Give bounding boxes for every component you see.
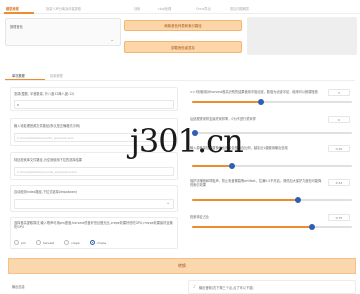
index-select-label: 自动检测index路径,下拉式选择(dropdown) bbox=[14, 190, 78, 194]
radio-harvest[interactable]: harvest bbox=[35, 240, 54, 245]
active-tab-indicator bbox=[4, 12, 34, 14]
index-rate-label: 检索特征占比 bbox=[190, 215, 210, 219]
index-rate-panel: 检索特征占比 0.75 bbox=[188, 211, 356, 235]
filter-radius-label: >=3则使用对harvest音高识别的结果使用中值滤波，数值为滤波半径，使用可以… bbox=[190, 90, 318, 94]
radio-rmvpe[interactable]: rmvpe bbox=[89, 240, 106, 245]
tab-batch-inference[interactable]: 批量推理 bbox=[50, 73, 63, 78]
gray-placeholder-panel bbox=[247, 17, 357, 55]
radio-dot bbox=[14, 240, 19, 245]
filter-radius-number[interactable]: 3 bbox=[328, 89, 350, 96]
protect-label: 保护清辅音和呼吸声，防止电音撕裂等artifact，拉满0.5不开启，调低加大保… bbox=[190, 179, 322, 188]
f0-method-radio-group: pm harvest crepe rmvpe bbox=[14, 240, 106, 245]
filter-radius-slider[interactable] bbox=[192, 99, 352, 105]
tab-inference[interactable]: 模型推理 bbox=[6, 6, 19, 11]
radio-dot-selected bbox=[89, 240, 95, 245]
slider-thumb[interactable] bbox=[229, 163, 235, 169]
output-info-label: 输出信息 bbox=[12, 285, 25, 289]
filter-radius-panel: >=3则使用对harvest音高识别的结果使用中值滤波，数值为滤波半径，使用可以… bbox=[188, 87, 356, 107]
unload-voice-button[interactable]: 卸载音色省显存 bbox=[124, 41, 242, 53]
protect-panel: 保护清辅音和呼吸声，防止电音撕裂等artifact，拉满0.5不开启，调低加大保… bbox=[188, 175, 356, 207]
slider-fill bbox=[192, 165, 232, 167]
radio-dot bbox=[64, 240, 70, 245]
chevron-down-icon: ⌄ bbox=[166, 200, 171, 206]
watermark: j301.cn bbox=[130, 122, 244, 160]
index-select-panel: 自动检测index路径,下拉式选择(dropdown) ⌄ bbox=[10, 185, 178, 212]
index-select-dropdown[interactable] bbox=[14, 199, 174, 209]
subtab-divider bbox=[5, 80, 355, 81]
f0-method-label: 选择音高提取算法,输入歌声可用pm提速,harvest低音好但巨慢无比,crep… bbox=[14, 221, 173, 230]
input-path-label: 输入待处理音频文件路径(默认是正确格式示例) bbox=[14, 124, 81, 128]
index-rate-slider[interactable] bbox=[192, 224, 352, 230]
tab-faq[interactable]: 常见问题解答 bbox=[230, 6, 249, 11]
speaker-label: 推理音色 bbox=[10, 25, 23, 29]
slider-fill bbox=[192, 101, 261, 103]
slider-thumb[interactable] bbox=[257, 99, 264, 105]
rms-mix-number[interactable]: 0.25 bbox=[328, 145, 350, 152]
convert-button[interactable]: 转换 bbox=[8, 258, 356, 274]
refresh-voice-button[interactable]: 刷新音色列表和索引路径 bbox=[124, 20, 242, 31]
slider-fill bbox=[192, 226, 312, 228]
radio-crepe[interactable]: crepe bbox=[64, 240, 80, 245]
transpose-input[interactable]: 0 bbox=[14, 100, 174, 109]
top-nav: 模型推理 批量人声分离及伴奏提取 训练 ckpt处理 Onnx导出 常见问题解答 bbox=[0, 0, 360, 14]
tab-onnx[interactable]: Onnx导出 bbox=[196, 6, 211, 11]
resample-label: 后处理重采样至最终采样率，0为不进行重采样 bbox=[190, 117, 256, 121]
index-path-label: 特征检索库文件路径,为空则使用下拉的选择结果 bbox=[14, 158, 82, 162]
slider-fill bbox=[192, 199, 298, 201]
speaker-dropdown[interactable]: 推理音色 ⌄ bbox=[5, 18, 121, 46]
chevron-down-icon: ⌄ bbox=[110, 37, 115, 43]
protect-slider[interactable] bbox=[192, 197, 352, 203]
transpose-panel: 变调(整数, 半音数量, 升八度12降八度-12) 0 bbox=[10, 87, 178, 111]
radio-dot bbox=[35, 240, 41, 245]
slider-thumb[interactable] bbox=[309, 224, 315, 230]
music-note-icon: ♪ bbox=[193, 284, 196, 289]
tab-train[interactable]: 训练 bbox=[134, 6, 140, 11]
index-rate-number[interactable]: 0.75 bbox=[328, 214, 350, 221]
resample-number[interactable]: 0 bbox=[328, 116, 350, 123]
rms-mix-slider[interactable] bbox=[192, 163, 352, 169]
index-path-field[interactable]: C:\Users\Desktop\model_example.index bbox=[14, 167, 174, 176]
radio-pm[interactable]: pm bbox=[14, 240, 26, 245]
transpose-label: 变调(整数, 半音数量, 升八度12降八度-12) bbox=[14, 92, 75, 96]
tab-ckpt[interactable]: ckpt处理 bbox=[158, 6, 171, 11]
output-audio-panel: ♪ 输出音频(右下角三个点,点了可以下载) bbox=[188, 280, 356, 294]
protect-number[interactable]: 0.33 bbox=[328, 179, 350, 186]
tab-single-inference[interactable]: 单次推理 bbox=[12, 73, 25, 78]
tab-separation[interactable]: 批量人声分离及伴奏提取 bbox=[46, 6, 81, 11]
output-audio-label: 输出音频(右下角三个点,点了可以下载) bbox=[199, 286, 254, 290]
slider-thumb[interactable] bbox=[294, 197, 301, 203]
f0-method-panel: 选择音高提取算法,输入歌声可用pm提速,harvest低音好但巨慢无比,crep… bbox=[10, 217, 178, 249]
